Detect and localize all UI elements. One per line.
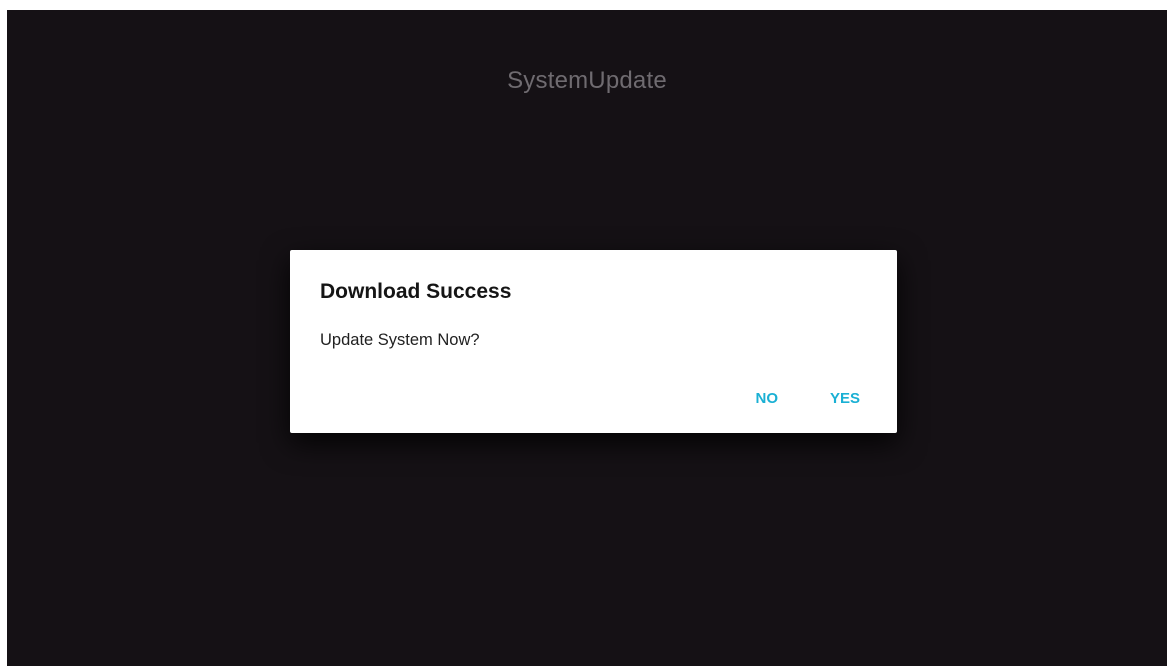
no-button[interactable]: NO: [756, 386, 779, 412]
dialog-message: Update System Now?: [320, 331, 480, 349]
update-dialog: Download Success Update System Now? NO Y…: [290, 250, 897, 433]
app-screen: SystemUpdate Download Success Update Sys…: [7, 10, 1167, 666]
dialog-title: Download Success: [320, 280, 512, 303]
app-title: SystemUpdate: [507, 67, 667, 94]
yes-button[interactable]: YES: [830, 386, 860, 412]
